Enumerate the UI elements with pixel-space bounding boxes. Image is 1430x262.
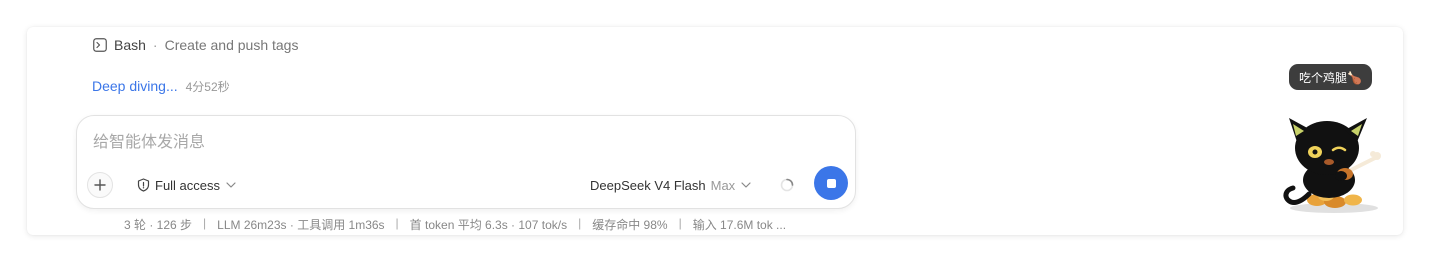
stop-icon — [826, 178, 836, 188]
access-mode-dropdown[interactable]: Full access — [137, 176, 236, 194]
black-cat-mascot-icon[interactable] — [1279, 114, 1389, 214]
model-mode: Max — [710, 177, 736, 193]
plus-icon — [94, 179, 106, 191]
agent-status: Deep diving... 4分52秒 — [92, 78, 230, 95]
stats-divider: | — [395, 216, 399, 230]
tool-description: Create and push tags — [164, 37, 299, 53]
model-name: DeepSeek V4 Flash — [590, 177, 706, 193]
mascot-speech-bubble: 吃个鸡腿🍗 — [1289, 64, 1372, 90]
tool-separator: · — [152, 37, 158, 53]
add-attachment-button[interactable] — [87, 172, 113, 198]
loading-spinner-icon — [780, 178, 794, 192]
stats-divider: | — [678, 216, 682, 230]
model-selector[interactable]: DeepSeek V4 Flash Max — [590, 176, 751, 194]
tool-call-row[interactable]: Bash · Create and push tags — [93, 37, 298, 53]
stats-first-token: 首 token 平均 6.3s · 107 tok/s — [409, 218, 568, 232]
status-text: Deep diving... — [92, 78, 178, 94]
stats-llm-time: LLM 26m23s · 工具调用 1m36s — [217, 218, 385, 232]
message-composer: Full access DeepSeek V4 Flash Max — [76, 115, 856, 209]
chat-panel: Bash · Create and push tags Deep diving.… — [27, 27, 1403, 235]
stats-input-tokens: 输入 17.6M tok ... — [692, 218, 787, 232]
stats-turns: 3 轮 · 126 步 — [124, 218, 193, 232]
stats-cache-hit: 缓存命中 98% — [592, 218, 668, 232]
stop-button[interactable] — [814, 166, 848, 200]
run-stats: 3 轮 · 126 步 | LLM 26m23s · 工具调用 1m36s | … — [124, 216, 786, 233]
access-mode-label: Full access — [155, 177, 221, 193]
message-input[interactable] — [93, 132, 693, 154]
chevron-down-icon — [741, 182, 751, 188]
elapsed-time: 4分52秒 — [185, 80, 230, 94]
stats-divider: | — [578, 216, 582, 230]
terminal-icon — [93, 38, 107, 52]
shield-icon — [137, 178, 150, 192]
tool-name: Bash — [114, 37, 146, 53]
chevron-down-icon — [226, 182, 236, 188]
stats-divider: | — [203, 216, 207, 230]
